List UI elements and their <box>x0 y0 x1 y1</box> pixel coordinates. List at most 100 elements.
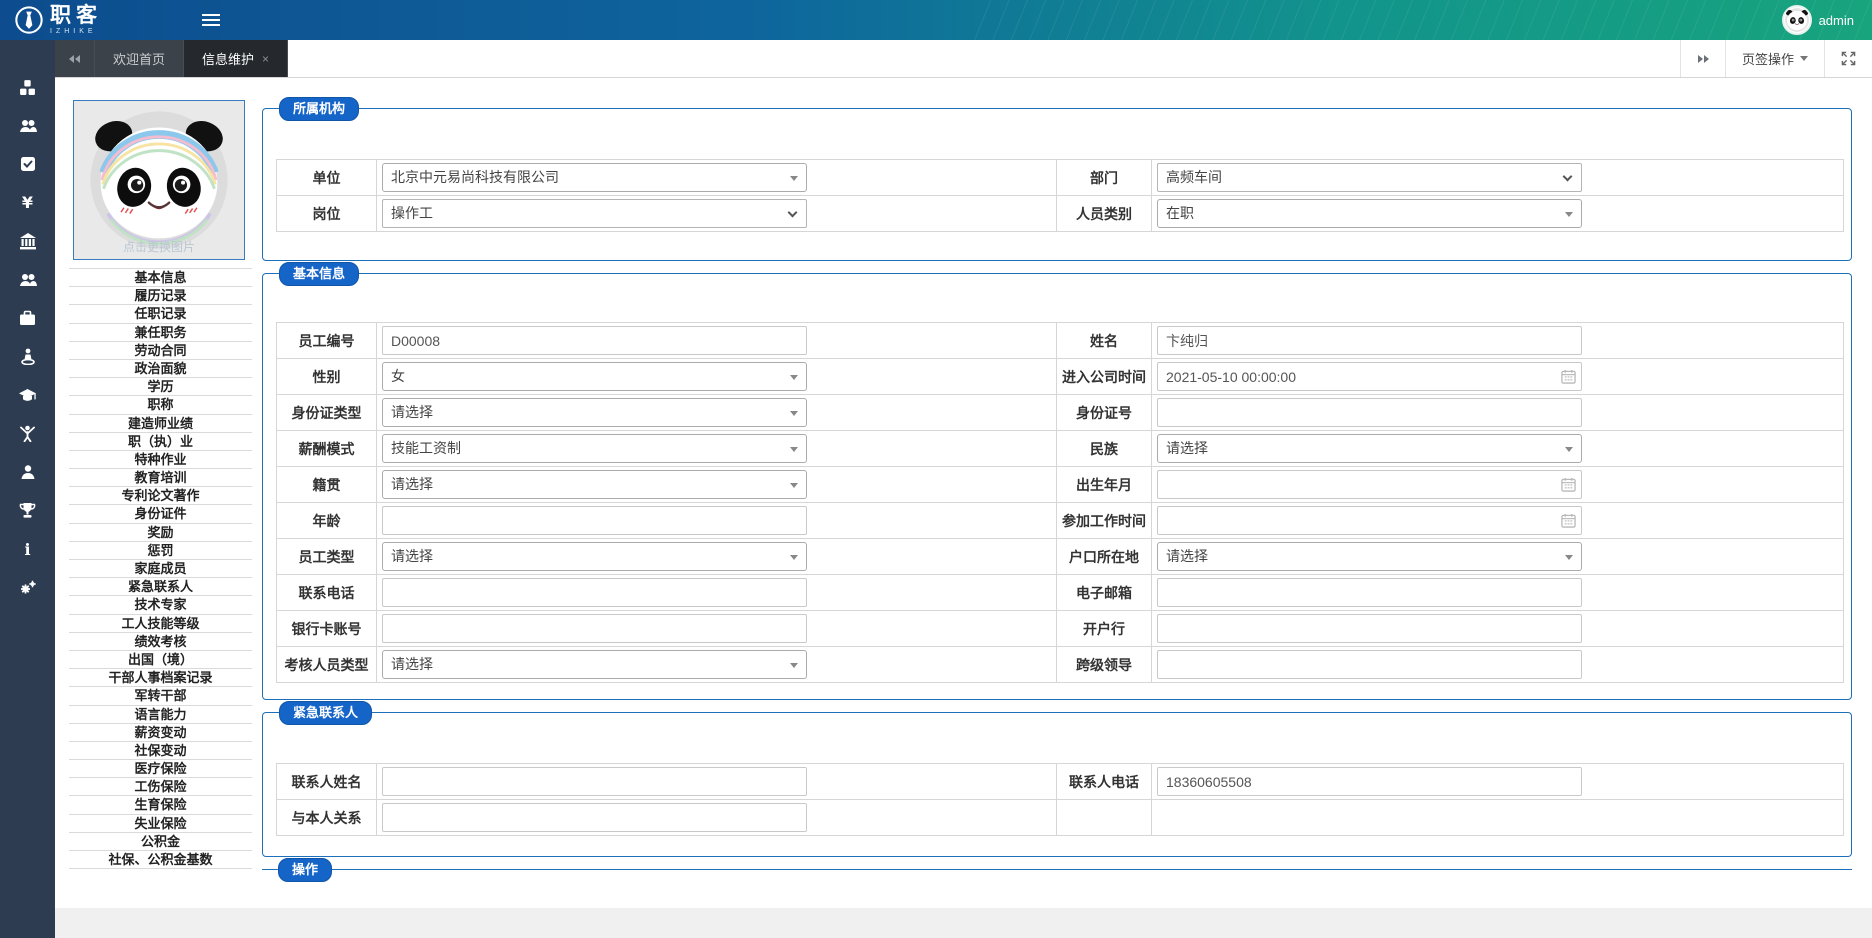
profile-icon[interactable] <box>0 453 55 492</box>
section-title-badge: 所属机构 <box>279 97 359 121</box>
side-menu-item[interactable]: 专利论文著作 <box>69 487 252 505</box>
skip-level-leader-input[interactable] <box>1157 650 1582 679</box>
calendar-icon[interactable] <box>1561 513 1576 528</box>
side-menu-item[interactable]: 语言能力 <box>69 706 252 724</box>
side-menu-item[interactable]: 薪资变动 <box>69 724 252 742</box>
company-select[interactable]: 北京中元易尚科技有限公司 <box>382 163 807 192</box>
personnel-type-select[interactable]: 在职 <box>1157 199 1582 228</box>
post-select[interactable]: 操作工 <box>382 199 807 228</box>
field-label: 籍贯 <box>277 467 377 503</box>
registered-residence-select[interactable]: 请选择 <box>1157 542 1582 571</box>
work-start-date-field[interactable] <box>1157 506 1582 535</box>
age-input[interactable] <box>382 506 807 535</box>
bank-icon[interactable] <box>0 222 55 261</box>
side-menu-item[interactable]: 工伤保险 <box>69 778 252 796</box>
tabs-scroll-left-button[interactable] <box>55 40 95 77</box>
side-menu-item[interactable]: 基本信息 <box>69 269 252 287</box>
group-icon[interactable] <box>0 261 55 300</box>
organization-table: 单位 北京中元易尚科技有限公司 部门 高频车间 岗位 操作工 人员类别 <box>276 159 1844 232</box>
side-menu-item[interactable]: 家庭成员 <box>69 560 252 578</box>
education-icon[interactable] <box>0 376 55 415</box>
side-menu-item[interactable]: 教育培训 <box>69 469 252 487</box>
side-menu-item[interactable]: 政治面貌 <box>69 360 252 378</box>
side-menu-item[interactable]: 紧急联系人 <box>69 578 252 596</box>
tab-close-icon[interactable]: × <box>262 52 269 66</box>
bank-branch-input[interactable] <box>1157 614 1582 643</box>
chevron-down-icon <box>790 411 798 416</box>
field-label: 参加工作时间 <box>1057 503 1152 539</box>
bank-card-input[interactable] <box>382 614 807 643</box>
side-menu-item[interactable]: 生育保险 <box>69 796 252 814</box>
logo-title: 职客 <box>50 5 102 26</box>
side-menu-item[interactable]: 社保变动 <box>69 742 252 760</box>
phone-input[interactable] <box>382 578 807 607</box>
side-menu-item[interactable]: 绩效考核 <box>69 633 252 651</box>
approve-icon[interactable] <box>0 145 55 184</box>
side-menu-item[interactable]: 建造师业绩 <box>69 415 252 433</box>
side-menu-item[interactable]: 履历记录 <box>69 287 252 305</box>
salary-mode-select[interactable]: 技能工资制 <box>382 434 807 463</box>
field-label: 户口所在地 <box>1057 539 1152 575</box>
settings-icon[interactable] <box>0 569 55 608</box>
calendar-icon[interactable] <box>1561 477 1576 492</box>
app-logo[interactable]: 职客 IZHIKE <box>14 5 102 35</box>
email-input[interactable] <box>1157 578 1582 607</box>
field-label: 进入公司时间 <box>1057 359 1152 395</box>
trophy-icon[interactable] <box>0 492 55 531</box>
employee-id-input[interactable] <box>382 326 807 355</box>
gender-select[interactable]: 女 <box>382 362 807 391</box>
info-icon[interactable]: i <box>0 530 55 569</box>
native-place-select[interactable]: 请选择 <box>382 470 807 499</box>
id-card-number-input[interactable] <box>1157 398 1582 427</box>
side-menu-item[interactable]: 社保、公积金基数 <box>69 851 252 869</box>
id-card-type-select[interactable]: 请选择 <box>382 398 807 427</box>
field-label: 员工类型 <box>277 539 377 575</box>
side-menu-item[interactable]: 学历 <box>69 378 252 396</box>
tab-bar: 欢迎首页 信息维护 × 页签操作 <box>55 40 1872 78</box>
panda-photo <box>86 107 232 253</box>
modules-icon[interactable] <box>0 68 55 107</box>
side-menu-item[interactable]: 身份证件 <box>69 505 252 523</box>
employee-photo-upload[interactable]: 点击更换图片 <box>73 100 245 260</box>
contact-name-input[interactable] <box>382 767 807 796</box>
side-menu-item[interactable]: 技术专家 <box>69 596 252 614</box>
side-menu-item[interactable]: 出国（境） <box>69 651 252 669</box>
employee-type-select[interactable]: 请选择 <box>382 542 807 571</box>
side-menu-item[interactable]: 干部人事档案记录 <box>69 669 252 687</box>
side-menu-item[interactable]: 任职记录 <box>69 305 252 323</box>
training-icon[interactable] <box>0 338 55 377</box>
side-menu-item[interactable]: 军转干部 <box>69 687 252 705</box>
tab-welcome-home[interactable]: 欢迎首页 <box>95 40 184 77</box>
side-menu-item[interactable]: 劳动合同 <box>69 342 252 360</box>
side-menu-item[interactable]: 职（执）业 <box>69 433 252 451</box>
briefcase-icon[interactable] <box>0 299 55 338</box>
tabs-scroll-right-button[interactable] <box>1680 40 1725 77</box>
side-menu-item[interactable]: 特种作业 <box>69 451 252 469</box>
side-menu-item[interactable]: 失业保险 <box>69 815 252 833</box>
join-date-field[interactable] <box>1157 362 1582 391</box>
contact-phone-input[interactable] <box>1157 767 1582 796</box>
tab-info-maintenance[interactable]: 信息维护 × <box>184 40 288 77</box>
field-label: 联系电话 <box>277 575 377 611</box>
hamburger-menu-icon[interactable] <box>202 11 220 29</box>
side-menu-item[interactable]: 兼任职务 <box>69 324 252 342</box>
tab-operations-dropdown[interactable]: 页签操作 <box>1725 40 1824 77</box>
side-menu-item[interactable]: 职称 <box>69 396 252 414</box>
activity-icon[interactable] <box>0 415 55 454</box>
calendar-icon[interactable] <box>1561 369 1576 384</box>
fullscreen-icon[interactable] <box>1824 40 1872 77</box>
side-menu-item[interactable]: 工人技能等级 <box>69 615 252 633</box>
team-icon[interactable] <box>0 107 55 146</box>
side-menu-item[interactable]: 公积金 <box>69 833 252 851</box>
salary-icon[interactable]: ¥ <box>0 184 55 223</box>
relationship-input[interactable] <box>382 803 807 832</box>
assessment-type-select[interactable]: 请选择 <box>382 650 807 679</box>
ethnicity-select[interactable]: 请选择 <box>1157 434 1582 463</box>
side-menu-item[interactable]: 惩罚 <box>69 542 252 560</box>
side-menu-item[interactable]: 奖励 <box>69 524 252 542</box>
birth-date-field[interactable] <box>1157 470 1582 499</box>
name-input[interactable] <box>1157 326 1582 355</box>
user-avatar[interactable] <box>1782 5 1812 35</box>
side-menu-item[interactable]: 医疗保险 <box>69 760 252 778</box>
department-select[interactable]: 高频车间 <box>1157 163 1582 192</box>
